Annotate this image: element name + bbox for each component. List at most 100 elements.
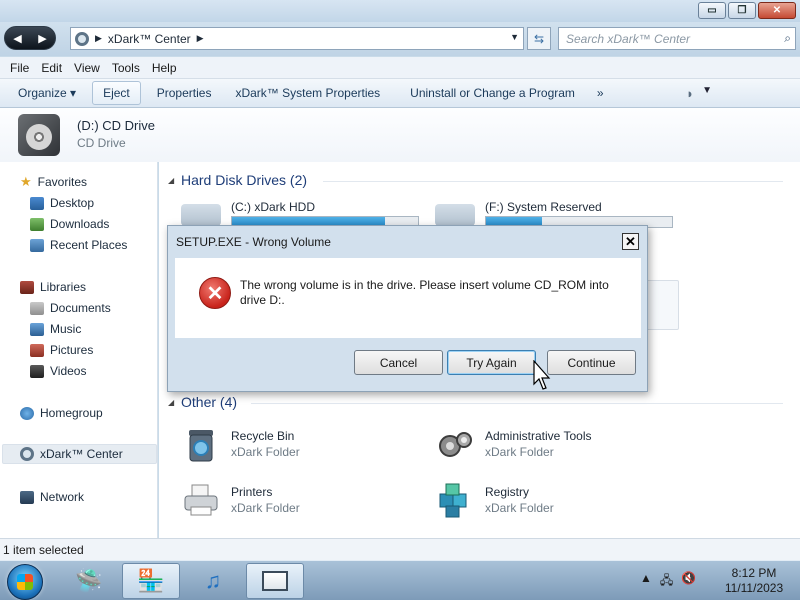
admin-tools-icon [439, 432, 472, 457]
center-icon [20, 447, 34, 461]
volume-muted-icon[interactable]: 🔇 [681, 571, 696, 592]
documents-icon [30, 301, 44, 315]
start-button[interactable] [7, 564, 43, 600]
nav-videos[interactable]: Videos [30, 362, 86, 380]
cancel-button[interactable]: Cancel [354, 350, 443, 375]
clock-time: 8:12 PM [731, 566, 777, 580]
group-header-other[interactable]: Other (4) [181, 394, 237, 410]
registry-icon [439, 483, 467, 518]
selected-item-type: CD Drive [77, 136, 126, 150]
search-icon[interactable]: ⌕ [784, 31, 791, 46]
collapse-triangle-icon[interactable]: ◢ [168, 398, 174, 407]
organize-button[interactable]: Organize ▾ [8, 82, 86, 104]
nav-network[interactable]: Network [20, 488, 84, 506]
chevron-right-icon[interactable]: ▶ [95, 33, 102, 44]
taskbar-app-explorer[interactable]: 🏪 [122, 563, 180, 599]
uninstall-button[interactable]: Uninstall or Change a Program [400, 82, 585, 104]
chevron-right-icon[interactable]: ▶ [197, 33, 204, 44]
cd-drive-icon [18, 114, 60, 156]
nav-documents[interactable]: Documents [30, 299, 111, 317]
forward-arrow-icon[interactable]: ▶ [38, 32, 46, 45]
nav-label: Homegroup [40, 406, 103, 420]
refresh-icon: ⇆ [533, 31, 545, 46]
more-commands-button[interactable]: » [587, 82, 614, 104]
drive-c-label: (C:) xDark HDD [231, 200, 315, 214]
nav-downloads[interactable]: Downloads [30, 215, 109, 233]
printer-icon [184, 484, 218, 516]
address-box[interactable]: ▶ xDark™ Center ▶ ▼ [70, 27, 524, 50]
network-tray-icon[interactable]: 🖧 [660, 571, 673, 592]
group-divider [251, 403, 783, 404]
nav-favorites[interactable]: ★ Favorites [20, 173, 87, 191]
removable-drive-tile[interactable] [645, 280, 679, 330]
center-icon [75, 31, 89, 46]
system-tray: ▲ 🖧 🔇 [640, 571, 696, 592]
error-icon: ✕ [199, 277, 231, 309]
music-note-icon: ♫ [204, 568, 222, 593]
menu-view[interactable]: View [68, 61, 106, 75]
nav-music[interactable]: Music [30, 320, 81, 338]
nav-xdark-center[interactable]: xDark™ Center [20, 445, 123, 463]
nav-homegroup[interactable]: Homegroup [20, 404, 103, 422]
item-type: xDark Folder [485, 445, 554, 459]
close-window-button[interactable]: ✕ [758, 2, 796, 19]
show-hidden-icons-icon[interactable]: ▲ [640, 571, 652, 592]
continue-button[interactable]: Continue [547, 350, 636, 375]
try-again-button[interactable]: Try Again [447, 350, 536, 375]
minimize-button[interactable]: ▭ [698, 2, 726, 19]
refresh-button[interactable]: ⇆ [527, 27, 551, 50]
clock-date: 11/11/2023 [724, 581, 784, 595]
search-placeholder: Search xDark™ Center [566, 31, 691, 46]
nav-pictures[interactable]: Pictures [30, 341, 93, 359]
command-bar: Organize ▾ Eject Properties xDark™ Syste… [0, 79, 800, 108]
eject-button[interactable]: Eject [92, 81, 141, 105]
nav-libraries[interactable]: Libraries [20, 278, 86, 296]
dialog-title: SETUP.EXE - Wrong Volume [176, 235, 331, 249]
group-header-hard-disks[interactable]: Hard Disk Drives (2) [181, 172, 307, 188]
status-bar: 1 item selected [0, 538, 800, 560]
address-dropdown-icon[interactable]: ▼ [510, 32, 519, 42]
status-text: 1 item selected [3, 542, 84, 557]
nav-label: Music [50, 322, 82, 336]
taskbar: 🛸 🏪 ♫ ▲ 🖧 🔇 8:12 PM 11/11/2023 [0, 560, 800, 600]
item-type: xDark Folder [231, 501, 300, 515]
nav-buttons: ◀ ▶ [4, 26, 56, 50]
taskbar-app-browser[interactable]: 🛸 [60, 563, 118, 599]
videos-icon [30, 364, 44, 378]
taskbar-app-setup[interactable] [246, 563, 304, 599]
hard-disk-icon [181, 204, 221, 226]
desktop-icon [30, 196, 44, 210]
dialog-close-button[interactable]: ✕ [622, 233, 639, 250]
item-name: Administrative Tools [485, 429, 592, 443]
back-arrow-icon[interactable]: ◀ [13, 32, 21, 45]
item-type: xDark Folder [231, 445, 300, 459]
dialog-message: The wrong volume is in the drive. Please… [240, 278, 609, 307]
clock[interactable]: 8:12 PM 11/11/2023 [714, 566, 794, 596]
wrong-volume-dialog: SETUP.EXE - Wrong Volume ✕ ✕ The wrong v… [167, 225, 648, 392]
nav-label: Downloads [50, 217, 110, 231]
item-type: xDark Folder [485, 501, 554, 515]
view-dropdown-icon[interactable]: ▼ [702, 85, 712, 96]
menu-edit[interactable]: Edit [35, 61, 68, 75]
item-name: Recycle Bin [231, 429, 295, 443]
search-input[interactable]: Search xDark™ Center ⌕ [558, 27, 796, 50]
address-location[interactable]: xDark™ Center [108, 32, 191, 46]
group-divider [323, 181, 783, 182]
collapse-triangle-icon[interactable]: ◢ [168, 176, 174, 185]
properties-button[interactable]: Properties [147, 82, 222, 104]
nav-label: Desktop [50, 196, 95, 210]
view-options-icon[interactable]: ◗ [686, 86, 694, 101]
menu-bar: File Edit View Tools Help [0, 57, 800, 79]
nav-desktop[interactable]: Desktop [30, 194, 94, 212]
menu-tools[interactable]: Tools [106, 61, 146, 75]
menu-file[interactable]: File [4, 61, 35, 75]
maximize-button[interactable]: ❐ [728, 2, 756, 19]
system-properties-button[interactable]: xDark™ System Properties [225, 82, 390, 104]
downloads-icon [30, 217, 44, 231]
taskbar-app-music[interactable]: ♫ [184, 563, 242, 599]
nav-label: Pictures [50, 343, 94, 357]
pictures-icon [30, 343, 44, 357]
nav-recent-places[interactable]: Recent Places [30, 236, 127, 254]
menu-help[interactable]: Help [146, 61, 183, 75]
libraries-icon [20, 280, 34, 294]
